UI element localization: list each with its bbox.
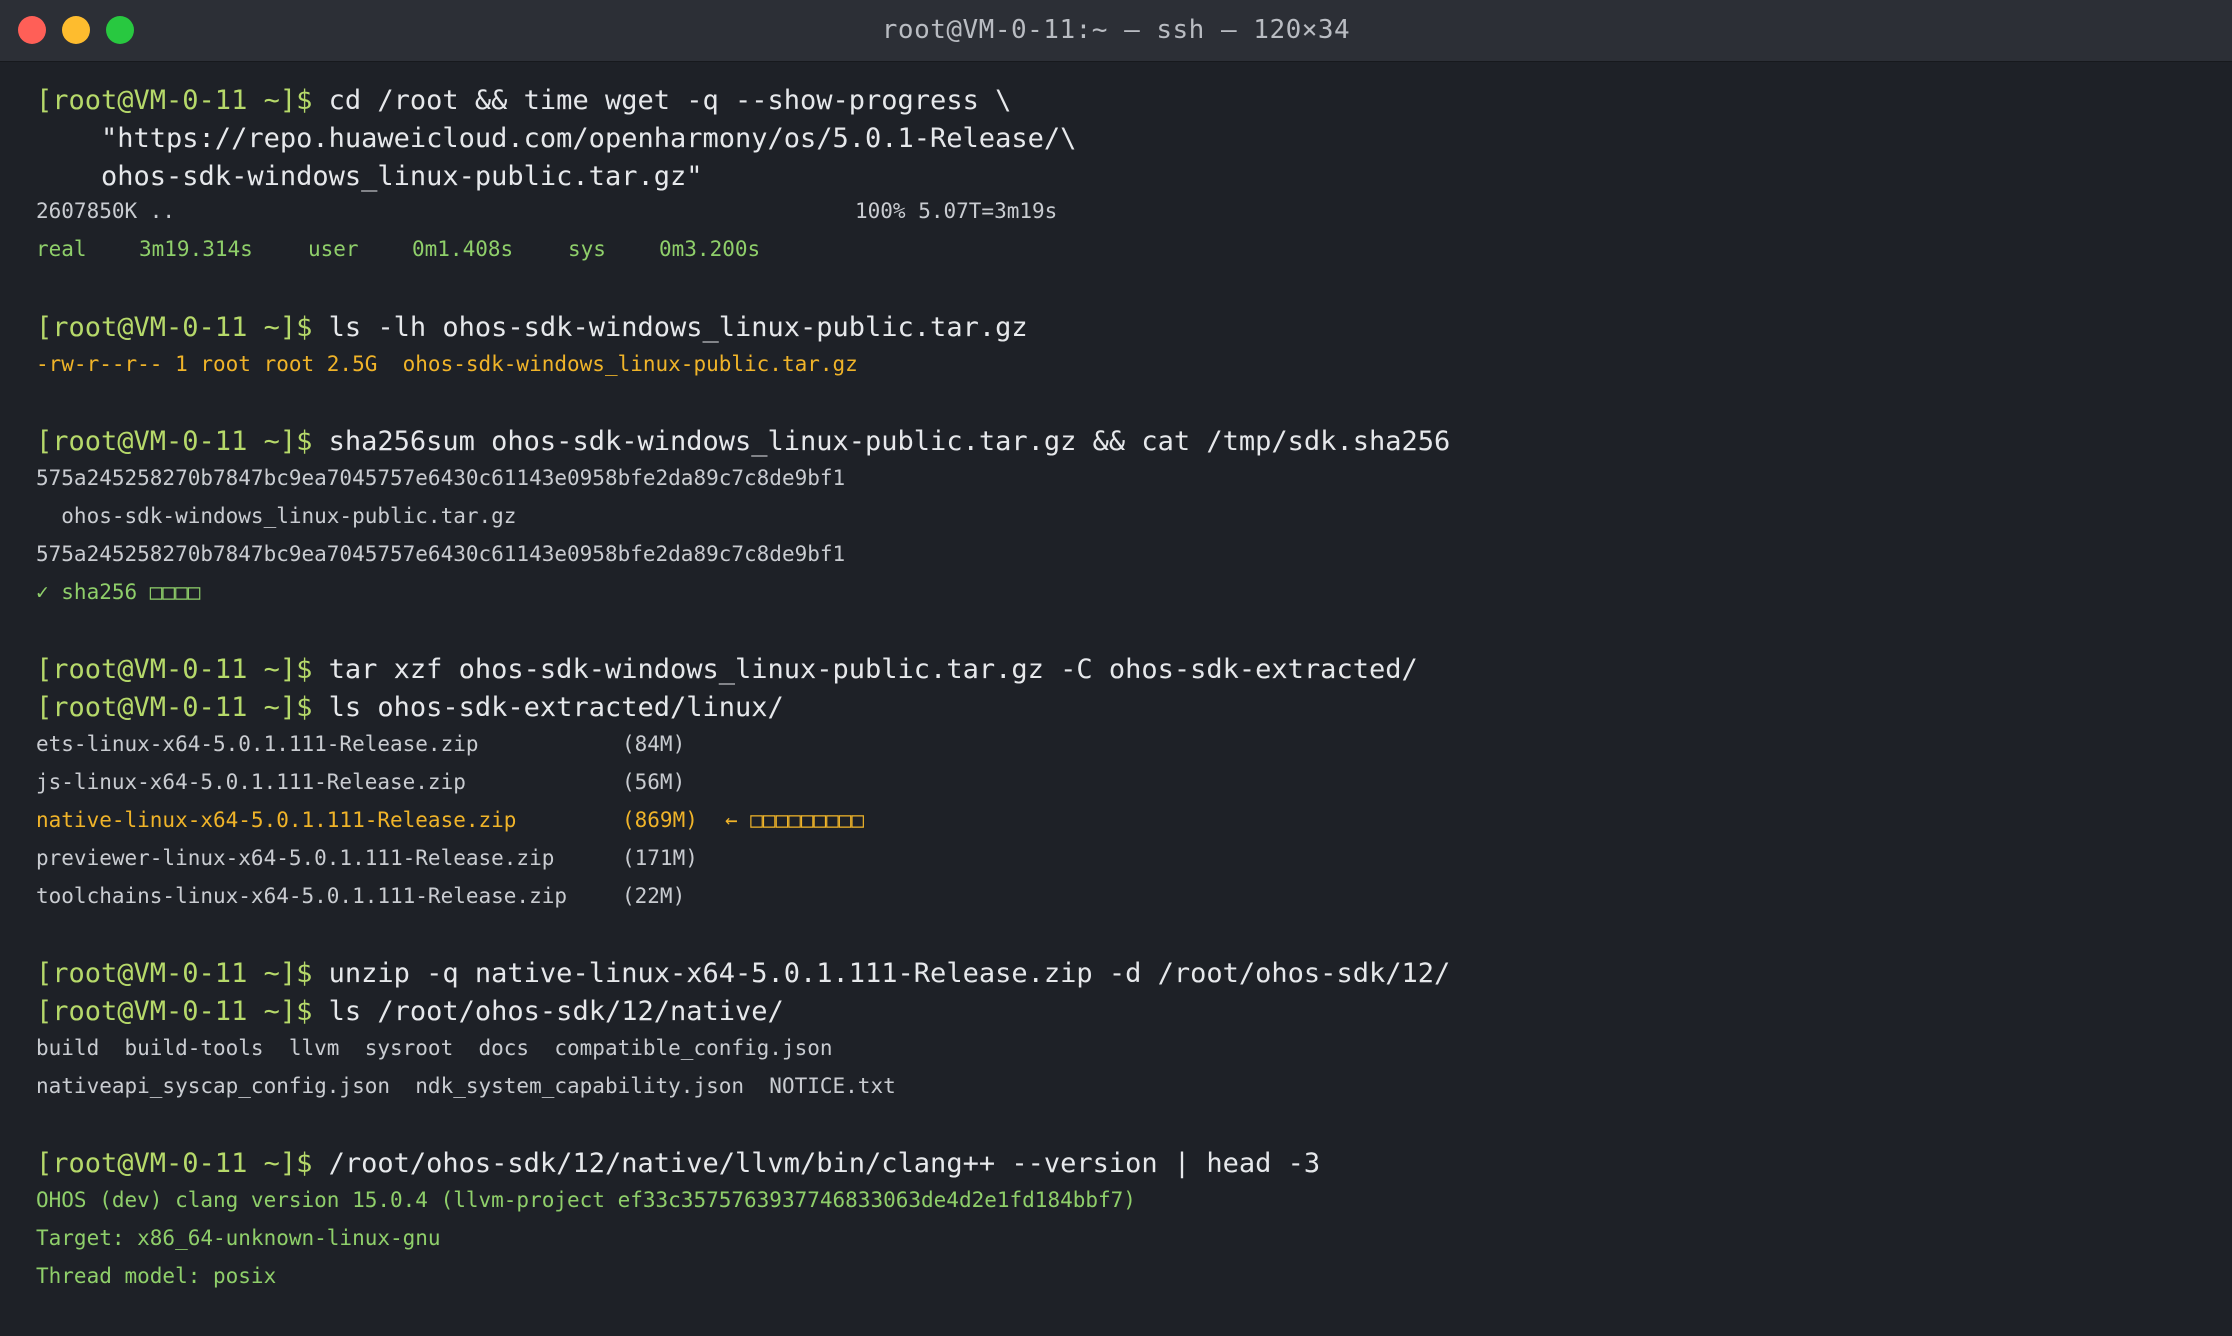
sha-check-result: ✓ sha256 □□□□ bbox=[36, 580, 201, 604]
command-text: cd /root && time wget -q --show-progress… bbox=[328, 85, 1012, 116]
timing-line: real 3m19.314s user 0m1.408s sys 0m3.200… bbox=[36, 237, 836, 267]
list-item: js-linux-x64-5.0.1.111-Release.zip (56M) bbox=[36, 770, 1036, 800]
clang-version-line: OHOS (dev) clang version 15.0.4 (llvm-pr… bbox=[36, 1188, 1136, 1212]
directory-listing: build build-tools llvm sysroot docs comp… bbox=[36, 1036, 833, 1060]
file-name: js-linux-x64-5.0.1.111-Release.zip bbox=[36, 770, 466, 794]
command-line: [root@VM-0-11 ~]$ tar xzf ohos-sdk-windo… bbox=[36, 654, 1418, 685]
file-name: ets-linux-x64-5.0.1.111-Release.zip bbox=[36, 732, 479, 756]
command-text: unzip -q native-linux-x64-5.0.1.111-Rele… bbox=[328, 958, 1451, 989]
command-line: [root@VM-0-11 ~]$ ls ohos-sdk-extracted/… bbox=[36, 692, 784, 723]
terminal-window: root@VM-0-11:~ — ssh — 120×34 [root@VM-0… bbox=[0, 0, 2232, 1336]
command-continuation: ohos-sdk-windows_linux-public.tar.gz" bbox=[36, 161, 703, 192]
file-name: previewer-linux-x64-5.0.1.111-Release.zi… bbox=[36, 846, 555, 870]
progress-size: 2607850K .. bbox=[36, 199, 176, 223]
timing-user-value: 0m1.408s bbox=[412, 237, 514, 261]
list-item: previewer-linux-x64-5.0.1.111-Release.zi… bbox=[36, 846, 1036, 876]
command-line: [root@VM-0-11 ~]$ ls /root/ohos-sdk/12/n… bbox=[36, 996, 784, 1027]
list-item: toolchains-linux-x64-5.0.1.111-Release.z… bbox=[36, 884, 1036, 914]
shell-prompt: [root@VM-0-11 ~]$ bbox=[36, 654, 313, 685]
command-text: ls ohos-sdk-extracted/linux/ bbox=[328, 692, 784, 723]
timing-real-value: 3m19.314s bbox=[139, 237, 253, 261]
shell-prompt: [root@VM-0-11 ~]$ bbox=[36, 85, 313, 116]
command-line: [root@VM-0-11 ~]$ sha256sum ohos-sdk-win… bbox=[36, 426, 1450, 457]
directory-listing: nativeapi_syscap_config.json ndk_system_… bbox=[36, 1074, 896, 1098]
command-text: tar xzf ohos-sdk-windows_linux-public.ta… bbox=[328, 654, 1418, 685]
shell-prompt: [root@VM-0-11 ~]$ bbox=[36, 312, 313, 343]
sha-output-line: 575a245258270b7847bc9ea7045757e6430c6114… bbox=[36, 466, 846, 490]
command-text: ls -lh ohos-sdk-windows_linux-public.tar… bbox=[328, 312, 1028, 343]
clang-thread-model-line: Thread model: posix bbox=[36, 1264, 277, 1288]
window-title: root@VM-0-11:~ — ssh — 120×34 bbox=[881, 15, 1351, 45]
file-size: (22M) bbox=[622, 884, 686, 908]
command-line: [root@VM-0-11 ~]$ /root/ohos-sdk/12/nati… bbox=[36, 1148, 1320, 1179]
sha-output-line: 575a245258270b7847bc9ea7045757e6430c6114… bbox=[36, 542, 846, 566]
command-text: ls /root/ohos-sdk/12/native/ bbox=[328, 996, 784, 1027]
file-size: (171M) bbox=[622, 846, 698, 870]
command-line: [root@VM-0-11 ~]$ cd /root && time wget … bbox=[36, 85, 1011, 116]
timing-real-label: real bbox=[36, 237, 87, 261]
file-size: (84M) bbox=[622, 732, 686, 756]
file-name: toolchains-linux-x64-5.0.1.111-Release.z… bbox=[36, 884, 568, 908]
command-text: /root/ohos-sdk/12/native/llvm/bin/clang+… bbox=[328, 1148, 1321, 1179]
shell-prompt: [root@VM-0-11 ~]$ bbox=[36, 958, 313, 989]
shell-prompt: [root@VM-0-11 ~]$ bbox=[36, 996, 313, 1027]
list-item-highlighted: native-linux-x64-5.0.1.111-Release.zip (… bbox=[36, 808, 1036, 838]
file-size: (56M) bbox=[622, 770, 686, 794]
file-note: ← □□□□□□□□□ bbox=[725, 808, 865, 832]
shell-prompt: [root@VM-0-11 ~]$ bbox=[36, 1148, 313, 1179]
command-line: [root@VM-0-11 ~]$ ls -lh ohos-sdk-window… bbox=[36, 312, 1028, 343]
progress-line: 2607850K .. 100% 5.07T=3m19s bbox=[36, 199, 1136, 229]
command-line: [root@VM-0-11 ~]$ unzip -q native-linux-… bbox=[36, 958, 1450, 989]
terminal-output[interactable]: [root@VM-0-11 ~]$ cd /root && time wget … bbox=[0, 62, 2232, 1336]
timing-sys-value: 0m3.200s bbox=[659, 237, 761, 261]
title-bar: root@VM-0-11:~ — ssh — 120×34 bbox=[0, 0, 2232, 62]
clang-target-line: Target: x86_64-unknown-linux-gnu bbox=[36, 1226, 441, 1250]
file-size: (869M) bbox=[622, 808, 698, 832]
command-text: sha256sum ohos-sdk-windows_linux-public.… bbox=[328, 426, 1451, 457]
progress-status: 100% 5.07T=3m19s bbox=[855, 199, 1058, 223]
sha-output-line: ohos-sdk-windows_linux-public.tar.gz bbox=[36, 504, 517, 528]
list-item: ets-linux-x64-5.0.1.111-Release.zip (84M… bbox=[36, 732, 1036, 762]
shell-prompt: [root@VM-0-11 ~]$ bbox=[36, 692, 313, 723]
shell-prompt: [root@VM-0-11 ~]$ bbox=[36, 426, 313, 457]
timing-sys-label: sys bbox=[568, 237, 606, 261]
command-continuation: "https://repo.huaweicloud.com/openharmon… bbox=[36, 123, 1077, 154]
archive-listing: -rw-r--r-- 1 root root 2.5G ohos-sdk-win… bbox=[36, 352, 858, 376]
file-name: native-linux-x64-5.0.1.111-Release.zip bbox=[36, 808, 517, 832]
timing-user-label: user bbox=[308, 237, 359, 261]
